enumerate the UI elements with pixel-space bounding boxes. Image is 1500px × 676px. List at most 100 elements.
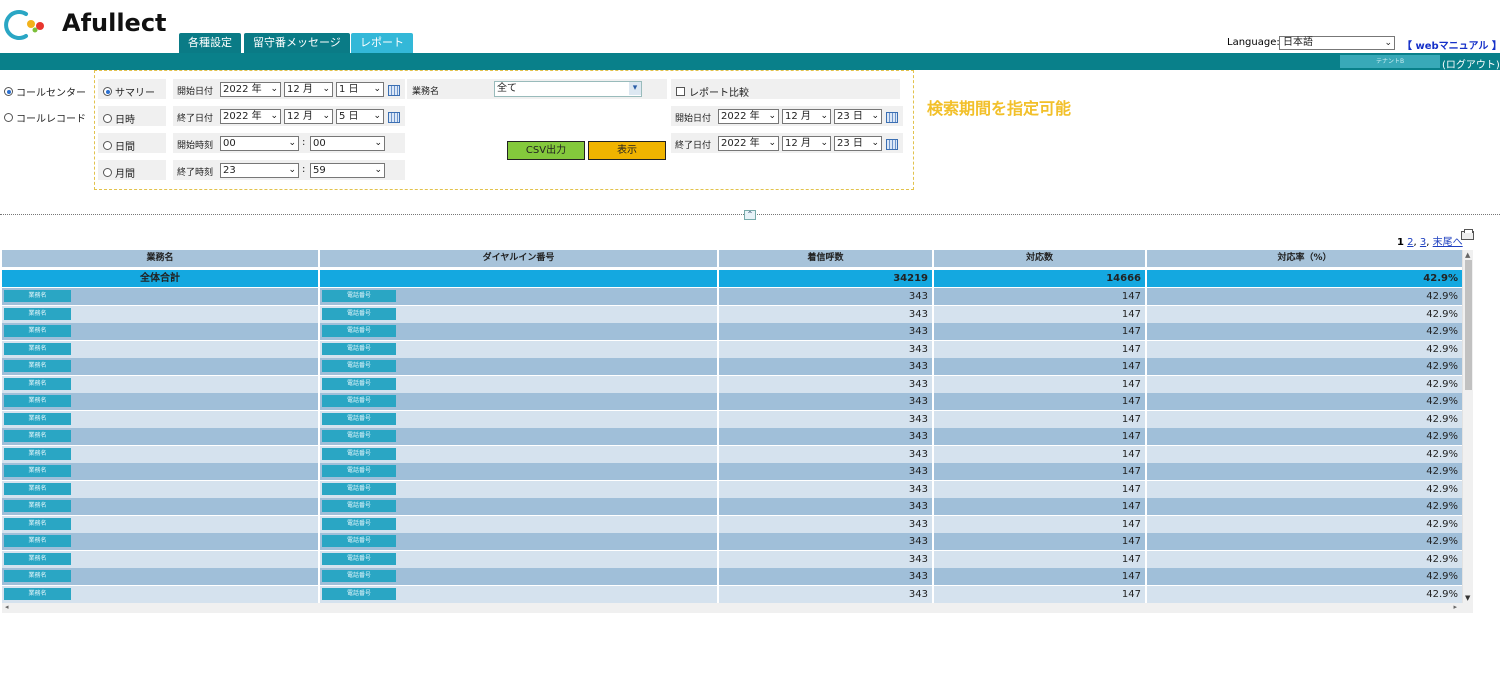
compare-end-date-label: 終了日付 — [675, 141, 712, 151]
show-button[interactable]: 表示 — [588, 141, 666, 160]
radio-icon — [4, 113, 13, 122]
dialin-number-chip[interactable]: 電話番号 — [322, 535, 396, 547]
checkbox-icon — [676, 87, 685, 96]
end-year-select[interactable]: 2022 年 ⌄ — [220, 109, 281, 124]
compare-start-month-value: 12 月 — [785, 111, 811, 122]
business-name-chip[interactable]: 業務名 — [4, 552, 71, 565]
report-compare-checkbox[interactable]: レポート比較 — [676, 84, 749, 99]
dialin-number-chip[interactable]: 電話番号 — [322, 360, 396, 372]
business-cell: 業務名 — [2, 428, 318, 445]
pagination: 1 2, 3, 末尾へ — [1397, 233, 1463, 248]
end-hour-select[interactable]: 23 ⌄ — [220, 163, 299, 178]
dialin-number-chip[interactable]: 電話番号 — [322, 517, 396, 530]
dialin-number-chip[interactable]: 電話番号 — [322, 587, 396, 600]
calendar-icon[interactable] — [886, 112, 898, 123]
business-name-chip[interactable]: 業務名 — [4, 395, 71, 407]
end-day-select[interactable]: 5 日 ⌄ — [336, 109, 384, 124]
business-name-chip[interactable]: 業務名 — [4, 482, 71, 495]
business-name-chip[interactable]: 業務名 — [4, 342, 71, 355]
start-minute-select[interactable]: 00 ⌄ — [310, 136, 385, 151]
mode-callcenter-radio[interactable]: コールセンター — [4, 84, 86, 99]
dialin-number-chip[interactable]: 電話番号 — [322, 430, 396, 442]
dialin-cell: 電話番号 — [320, 305, 717, 323]
scroll-down-icon[interactable]: ▼ — [1465, 594, 1470, 602]
dialin-number-chip[interactable]: 電話番号 — [322, 307, 396, 320]
calls-cell: 343 — [719, 393, 932, 410]
business-name-chip[interactable]: 業務名 — [4, 447, 71, 460]
compare-end-day-select[interactable]: 23 日 ⌄ — [834, 136, 882, 151]
calendar-icon[interactable] — [388, 112, 400, 123]
dialin-number-chip[interactable]: 電話番号 — [322, 412, 396, 425]
vertical-scrollbar[interactable]: ▲ ▼ — [1462, 250, 1473, 603]
business-name-chip[interactable]: 業務名 — [4, 500, 71, 512]
rate-cell: 42.9% — [1147, 410, 1462, 428]
table-header-row: 業務名 ダイヤルイン番号 着信呼数 対応数 対応率（%） — [2, 250, 1462, 268]
calendar-icon[interactable] — [886, 139, 898, 150]
dialin-number-chip[interactable]: 電話番号 — [322, 395, 396, 407]
compare-start-day-select[interactable]: 23 日 ⌄ — [834, 109, 882, 124]
dialin-number-chip[interactable]: 電話番号 — [322, 482, 396, 495]
period-hourly-radio[interactable]: 日時 — [103, 111, 135, 126]
dialin-number-chip[interactable]: 電話番号 — [322, 500, 396, 512]
scroll-thumb[interactable] — [1465, 260, 1472, 390]
business-name-chip[interactable]: 業務名 — [4, 587, 71, 600]
language-select[interactable]: 日本語 ⌄ — [1279, 36, 1395, 50]
compare-start-month-select[interactable]: 12 月 ⌄ — [782, 109, 831, 124]
scroll-up-icon[interactable]: ▲ — [1465, 251, 1470, 259]
handled-cell: 147 — [934, 568, 1145, 585]
dialin-number-chip[interactable]: 電話番号 — [322, 290, 396, 302]
business-name-chip[interactable]: 業務名 — [4, 360, 71, 372]
business-name-chip[interactable]: 業務名 — [4, 570, 71, 582]
mode-callrecord-radio[interactable]: コールレコード — [4, 110, 86, 125]
tab-settings[interactable]: 各種設定 — [179, 33, 241, 53]
tab-report[interactable]: レポート — [351, 33, 413, 53]
dialin-number-chip[interactable]: 電話番号 — [322, 342, 396, 355]
business-name-chip[interactable]: 業務名 — [4, 377, 71, 390]
scroll-right-icon[interactable]: ▸ — [1453, 603, 1457, 611]
calendar-icon[interactable] — [388, 85, 400, 96]
report-compare-label: レポート比較 — [689, 88, 749, 99]
dialin-number-chip[interactable]: 電話番号 — [322, 465, 396, 477]
compare-end-year-select[interactable]: 2022 年 ⌄ — [718, 136, 779, 151]
dialin-cell: 電話番号 — [320, 498, 717, 515]
start-year-select[interactable]: 2022 年 ⌄ — [220, 82, 281, 97]
business-name-chip[interactable]: 業務名 — [4, 465, 71, 477]
period-monthly-radio[interactable]: 月間 — [103, 165, 135, 180]
business-select[interactable]: 全て ▾ — [494, 81, 642, 97]
start-day-select[interactable]: 1 日 ⌄ — [336, 82, 384, 97]
business-name-chip[interactable]: 業務名 — [4, 535, 71, 547]
print-icon[interactable] — [1461, 229, 1474, 240]
dialin-number-chip[interactable]: 電話番号 — [322, 570, 396, 582]
business-name-chip[interactable]: 業務名 — [4, 307, 71, 320]
compare-start-year-select[interactable]: 2022 年 ⌄ — [718, 109, 779, 124]
web-manual-link[interactable]: 【 webマニュアル 】 — [1402, 37, 1500, 52]
page-link-last[interactable]: 末尾へ — [1433, 237, 1463, 248]
logout-link[interactable]: (ログアウト) — [1442, 56, 1500, 71]
compare-end-month-select[interactable]: 12 月 ⌄ — [782, 136, 831, 151]
start-hour-select[interactable]: 00 ⌄ — [220, 136, 299, 151]
language-label: Language: — [1227, 37, 1280, 48]
period-summary-radio[interactable]: サマリー — [103, 84, 155, 99]
dialin-number-chip[interactable]: 電話番号 — [322, 377, 396, 390]
dialin-cell: 電話番号 — [320, 550, 717, 568]
horizontal-scrollbar[interactable]: ◂ ▸ — [2, 603, 1473, 613]
csv-export-button[interactable]: CSV出力 — [507, 141, 585, 160]
start-month-select[interactable]: 12 月 ⌄ — [284, 82, 333, 97]
business-name-chip[interactable]: 業務名 — [4, 412, 71, 425]
end-minute-select[interactable]: 59 ⌄ — [310, 163, 385, 178]
scroll-left-icon[interactable]: ◂ — [5, 603, 9, 611]
handled-cell: 147 — [934, 515, 1145, 533]
business-name-chip[interactable]: 業務名 — [4, 517, 71, 530]
collapse-chevron-up-icon[interactable]: ⌃ — [744, 210, 756, 220]
total-name: 全体合計 — [2, 270, 318, 287]
header-bar — [0, 53, 1500, 70]
tab-voicemail[interactable]: 留守番メッセージ — [244, 33, 350, 53]
business-name-chip[interactable]: 業務名 — [4, 430, 71, 442]
dialin-number-chip[interactable]: 電話番号 — [322, 552, 396, 565]
business-name-chip[interactable]: 業務名 — [4, 325, 71, 337]
business-name-chip[interactable]: 業務名 — [4, 290, 71, 302]
dialin-number-chip[interactable]: 電話番号 — [322, 325, 396, 337]
dialin-number-chip[interactable]: 電話番号 — [322, 447, 396, 460]
end-month-select[interactable]: 12 月 ⌄ — [284, 109, 333, 124]
period-daily-radio[interactable]: 日間 — [103, 138, 135, 153]
